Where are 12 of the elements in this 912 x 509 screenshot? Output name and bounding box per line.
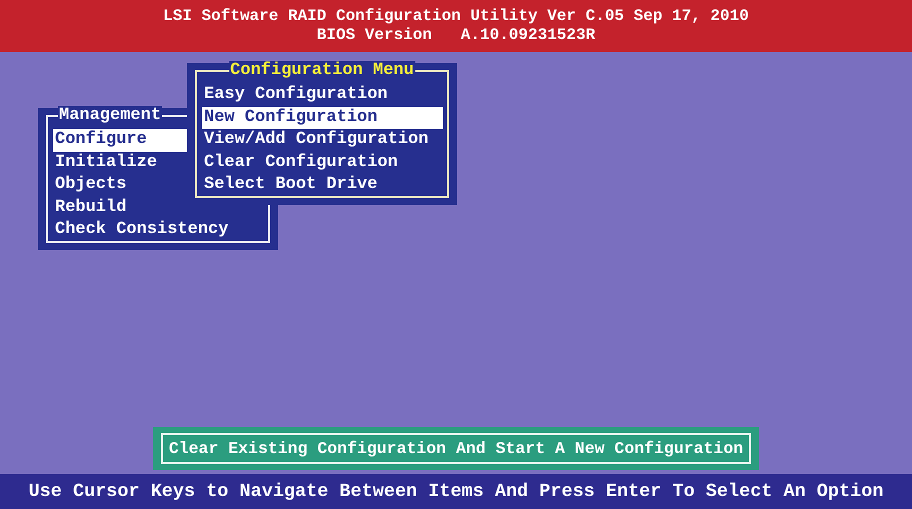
status-bar: Use Cursor Keys to Navigate Between Items And Press Enter To Select An Option [0, 474, 912, 509]
menu-title: Configuration Menu [229, 61, 415, 80]
menu-item[interactable]: Select Boot Drive [202, 174, 443, 196]
menu-item[interactable]: Check Consistency [53, 219, 264, 242]
menu-item[interactable]: Easy Configuration [202, 84, 443, 106]
menu-title: Management [58, 106, 162, 125]
help-text: Clear Existing Configuration And Start A New Configuration [160, 433, 752, 464]
menu-item[interactable]: Clear Configuration [202, 152, 443, 174]
bios-version: BIOS Version A.10.09231523R [316, 26, 596, 45]
menu-item[interactable]: Rebuild [53, 196, 264, 219]
menu-item[interactable]: New Configuration [202, 106, 443, 129]
app-title: LSI Software RAID Configuration Utility Ver C.05 Sep 17, 2010 [163, 7, 749, 26]
